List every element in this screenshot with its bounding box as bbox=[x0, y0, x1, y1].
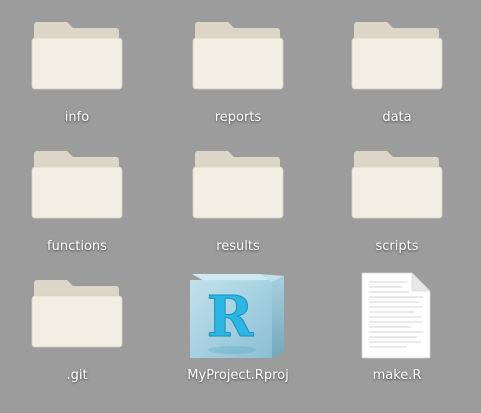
folder-icon bbox=[168, 141, 308, 236]
folder-icon bbox=[7, 12, 147, 107]
folder-icon bbox=[327, 141, 467, 236]
file-item-rproj[interactable]: R MyProject.Rproj bbox=[168, 270, 308, 390]
file-label: make.R bbox=[372, 368, 422, 383]
folder-icon bbox=[7, 270, 147, 365]
folder-item-reports[interactable]: reports bbox=[168, 12, 308, 132]
folder-label: data bbox=[382, 110, 412, 125]
folder-icon bbox=[327, 12, 467, 107]
folder-item-info[interactable]: info bbox=[7, 12, 147, 132]
r-logo-letter: R bbox=[207, 284, 254, 350]
folder-icon bbox=[7, 141, 147, 236]
r-project-icon: R bbox=[168, 270, 308, 365]
file-browser-view: info reports data functions results scri… bbox=[0, 0, 481, 413]
folder-label: scripts bbox=[375, 239, 419, 254]
folder-icon bbox=[168, 12, 308, 107]
folder-label: results bbox=[216, 239, 260, 254]
folder-label: functions bbox=[47, 239, 107, 254]
folder-label: .git bbox=[66, 368, 88, 383]
folder-item-functions[interactable]: functions bbox=[7, 141, 147, 261]
folder-item-git[interactable]: .git bbox=[7, 270, 147, 390]
file-item-make-r[interactable]: make.R bbox=[327, 270, 467, 390]
folder-item-data[interactable]: data bbox=[327, 12, 467, 132]
folder-item-scripts[interactable]: scripts bbox=[327, 141, 467, 261]
folder-label: reports bbox=[214, 110, 262, 125]
folder-item-results[interactable]: results bbox=[168, 141, 308, 261]
folder-label: info bbox=[64, 110, 90, 125]
file-label: MyProject.Rproj bbox=[187, 368, 289, 383]
text-document-icon bbox=[327, 270, 467, 365]
